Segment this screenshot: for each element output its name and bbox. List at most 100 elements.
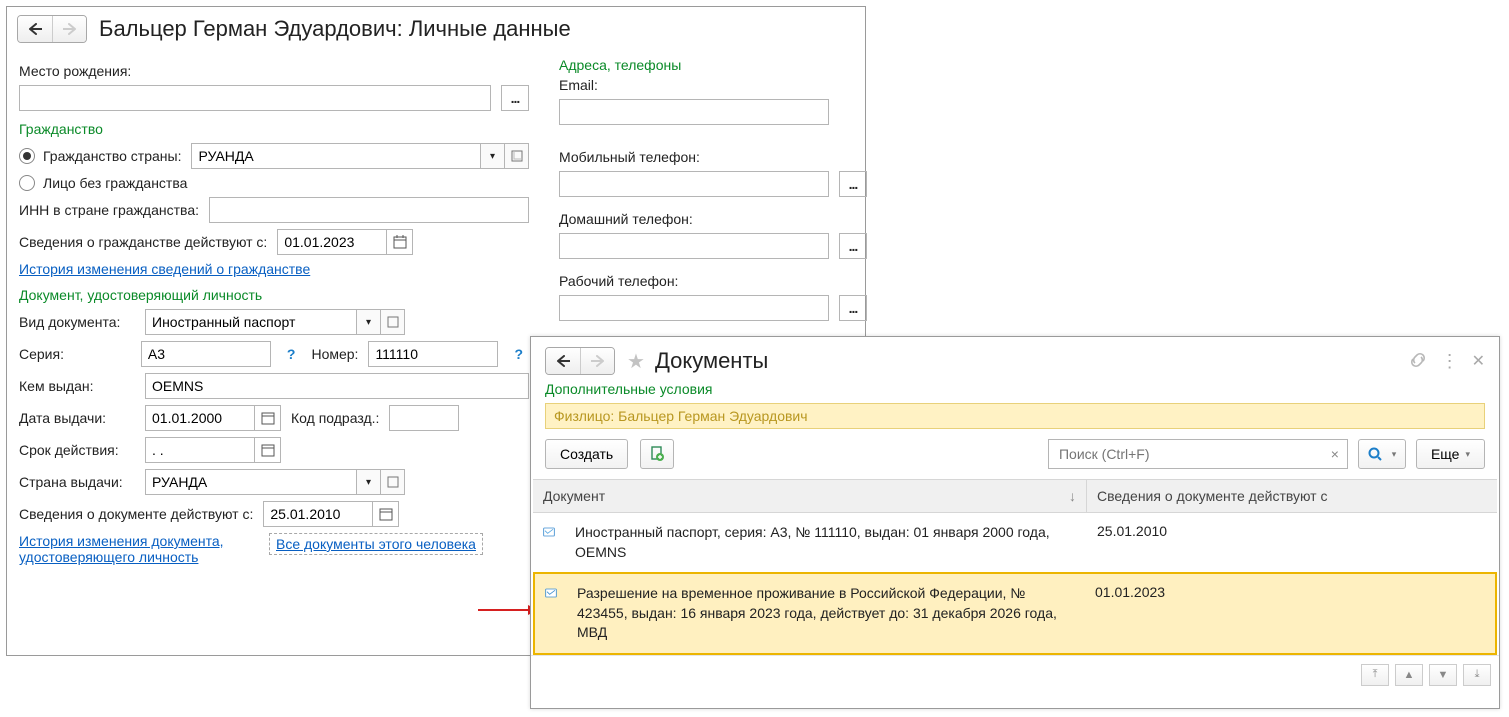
grid-header: Документ ↓ Сведения о документе действую…	[533, 480, 1497, 513]
cit-country-dropdown-button[interactable]: ▾	[481, 143, 505, 169]
extra-conditions-section: Дополнительные условия	[531, 381, 1499, 397]
create-button[interactable]: Создать	[545, 439, 628, 469]
scroll-top-button[interactable]: ⤒	[1361, 664, 1389, 686]
cit-history-link[interactable]: История изменения сведений о гражданстве	[19, 261, 310, 277]
nav-forward-button[interactable]	[52, 16, 86, 42]
row-valid-from: 01.01.2023	[1085, 574, 1495, 653]
issued-by-input[interactable]	[145, 373, 529, 399]
mobile-pick-button[interactable]: ...	[839, 171, 867, 197]
birthplace-input[interactable]	[19, 85, 491, 111]
doc-valid-from-input[interactable]	[263, 501, 373, 527]
col-valid-from[interactable]: Сведения о документе действуют с	[1087, 480, 1497, 512]
col-document[interactable]: Документ ↓	[533, 480, 1087, 512]
row-doc-text: Разрешение на временное проживание в Рос…	[567, 574, 1085, 653]
number-input[interactable]	[368, 341, 498, 367]
more-button[interactable]: Еще ▾	[1416, 439, 1485, 469]
cit-country-input[interactable]	[191, 143, 481, 169]
birthplace-label: Место рождения:	[19, 63, 131, 79]
scroll-up-button[interactable]: ▲	[1395, 664, 1423, 686]
search-button[interactable]: ▾	[1358, 439, 1406, 469]
nav-back-button[interactable]	[18, 16, 52, 42]
number-help-icon[interactable]: ?	[514, 346, 523, 362]
email-input[interactable]	[559, 99, 829, 125]
number-label: Номер:	[311, 346, 358, 362]
nav-forward-button[interactable]	[580, 348, 614, 374]
sort-desc-icon: ↓	[1069, 488, 1076, 504]
all-docs-link[interactable]: Все документы этого человека	[269, 533, 483, 555]
home-input[interactable]	[559, 233, 829, 259]
window-title: Документы	[655, 348, 768, 374]
home-label: Домашний телефон:	[559, 211, 867, 227]
favorite-star-icon[interactable]: ★	[627, 349, 645, 374]
subdiv-input[interactable]	[389, 405, 459, 431]
link-icon[interactable]	[1409, 351, 1427, 372]
doc-type-label: Вид документа:	[19, 314, 135, 330]
refresh-button[interactable]	[640, 439, 674, 469]
citizenship-section: Гражданство	[19, 121, 529, 137]
series-help-icon[interactable]: ?	[287, 346, 296, 362]
contacts-section: Адреса, телефоны	[559, 57, 867, 73]
issue-date-input[interactable]	[145, 405, 255, 431]
issue-date-label: Дата выдачи:	[19, 410, 135, 426]
scroll-controls: ⤒ ▲ ▼ ⤓	[531, 655, 1499, 694]
home-pick-button[interactable]: ...	[839, 233, 867, 259]
inn-input[interactable]	[209, 197, 529, 223]
documents-grid: Документ ↓ Сведения о документе действую…	[533, 479, 1497, 655]
expiry-input[interactable]	[145, 437, 255, 463]
issue-country-input[interactable]	[145, 469, 357, 495]
work-input[interactable]	[559, 295, 829, 321]
person-name: Бальцер Герман Эдуардович	[618, 408, 807, 424]
kebab-menu-icon[interactable]: ⋮	[1441, 351, 1458, 372]
mobile-label: Мобильный телефон:	[559, 149, 867, 165]
calendar-icon[interactable]	[373, 501, 399, 527]
doc-section: Документ, удостоверяющий личность	[19, 287, 529, 303]
citizenship-country-radio[interactable]: Гражданство страны:	[19, 148, 181, 164]
issue-country-label: Страна выдачи:	[19, 474, 135, 490]
mobile-input[interactable]	[559, 171, 829, 197]
titlebar: Бальцер Герман Эдуардович: Личные данные	[7, 7, 865, 51]
calendar-icon[interactable]	[255, 405, 281, 431]
email-label: Email:	[559, 77, 867, 93]
work-label: Рабочий телефон:	[559, 273, 867, 289]
scroll-down-button[interactable]: ▼	[1429, 664, 1457, 686]
cit-country-open-button[interactable]	[505, 143, 529, 169]
radio-on-icon	[19, 148, 35, 164]
row-doc-icon	[533, 513, 565, 572]
person-prefix: Физлицо:	[554, 408, 618, 424]
issue-country-open-button[interactable]	[381, 469, 405, 495]
search-input-wrap: ×	[1048, 439, 1348, 469]
doc-type-input[interactable]	[145, 309, 357, 335]
issue-country-dropdown-button[interactable]: ▾	[357, 469, 381, 495]
calendar-icon[interactable]	[255, 437, 281, 463]
titlebar: ★ Документы ⋮ ✕	[531, 337, 1499, 381]
documents-toolbar: Создать × ▾ Еще ▾	[531, 429, 1499, 479]
cit-country-label: Гражданство страны:	[43, 148, 181, 164]
doc-type-dropdown-button[interactable]: ▾	[357, 309, 381, 335]
person-filter-bar: Физлицо: Бальцер Герман Эдуардович	[545, 403, 1485, 429]
nav-back-button[interactable]	[546, 348, 580, 374]
row-doc-icon	[535, 574, 567, 653]
documents-window: ★ Документы ⋮ ✕ Дополнительные условия Ф…	[530, 336, 1500, 709]
clear-search-icon[interactable]: ×	[1331, 446, 1339, 462]
search-input[interactable]	[1057, 445, 1331, 463]
doc-type-open-button[interactable]	[381, 309, 405, 335]
cit-valid-from-label: Сведения о гражданстве действуют с:	[19, 234, 267, 250]
doc-history-link[interactable]: История изменения документа, удостоверяю…	[19, 533, 259, 565]
work-pick-button[interactable]: ...	[839, 295, 867, 321]
cit-valid-from-input[interactable]	[277, 229, 387, 255]
row-valid-from: 25.01.2010	[1087, 513, 1497, 572]
scroll-bottom-button[interactable]: ⤓	[1463, 664, 1491, 686]
calendar-icon[interactable]	[387, 229, 413, 255]
table-row[interactable]: Иностранный паспорт, серия: А3, № 111110…	[533, 513, 1497, 572]
radio-off-icon	[19, 175, 35, 191]
stateless-radio[interactable]: Лицо без гражданства	[19, 175, 187, 191]
series-label: Серия:	[19, 346, 131, 362]
table-row[interactable]: Разрешение на временное проживание в Рос…	[533, 572, 1497, 655]
doc-valid-from-label: Сведения о документе действуют с:	[19, 506, 253, 522]
expiry-label: Срок действия:	[19, 442, 135, 458]
close-icon[interactable]: ✕	[1472, 351, 1485, 372]
birthplace-pick-button[interactable]: ...	[501, 85, 529, 111]
series-input[interactable]	[141, 341, 271, 367]
inn-label: ИНН в стране гражданства:	[19, 202, 199, 218]
stateless-label: Лицо без гражданства	[43, 175, 187, 191]
